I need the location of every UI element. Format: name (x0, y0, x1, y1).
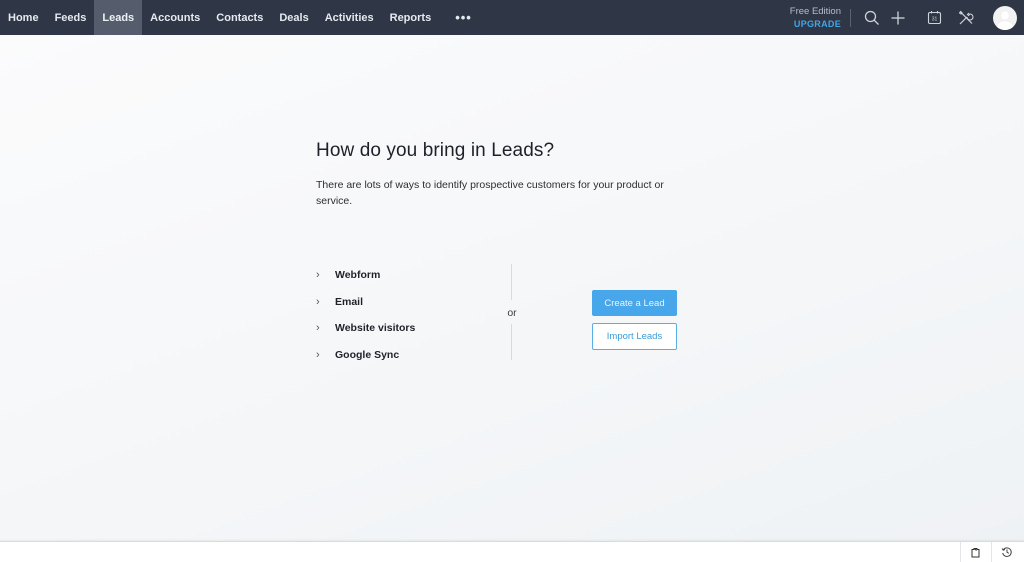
tab-contacts[interactable]: Contacts (208, 0, 271, 35)
chevron-right-icon: › (316, 269, 320, 282)
user-avatar[interactable] (993, 5, 1017, 30)
intro-section: How do you bring in Leads? There are lot… (316, 140, 716, 209)
more-tabs-button[interactable]: ••• (439, 0, 488, 35)
option-label: Google Sync (335, 348, 400, 361)
create-new-button[interactable] (887, 7, 909, 29)
vertical-divider (511, 324, 512, 360)
history-button[interactable] (991, 542, 1021, 562)
option-website-visitors[interactable]: › Website visitors (316, 315, 516, 342)
history-icon (1001, 547, 1012, 557)
tab-accounts[interactable]: Accounts (142, 0, 208, 35)
top-navigation-bar: Home Feeds Leads Accounts Contacts Deals… (0, 0, 1024, 35)
chevron-right-icon: › (316, 295, 320, 308)
upgrade-link[interactable]: UPGRADE (790, 18, 841, 31)
search-button[interactable] (861, 7, 883, 29)
calendar-icon: 31 (927, 11, 941, 25)
or-separator: or (507, 307, 517, 319)
create-lead-button[interactable]: Create a Lead (592, 290, 677, 316)
header-divider (850, 8, 851, 27)
calendar-button[interactable]: 31 (923, 7, 945, 29)
tab-home[interactable]: Home (0, 0, 47, 35)
module-tabs: Home Feeds Leads Accounts Contacts Deals… (0, 0, 488, 35)
tab-feeds[interactable]: Feeds (47, 0, 95, 35)
page-description: There are lots of ways to identify prosp… (316, 179, 664, 207)
chevron-right-icon: › (316, 322, 320, 335)
notes-icon (971, 547, 980, 557)
plus-icon (891, 11, 905, 24)
setup-button[interactable] (955, 7, 977, 29)
lead-sources-list: › Webform › Email › Website visitors › G… (316, 262, 516, 368)
svg-text:31: 31 (931, 17, 937, 23)
option-label: Webform (335, 269, 381, 282)
option-label: Website visitors (335, 322, 416, 335)
tab-leads[interactable]: Leads (94, 0, 143, 35)
tab-reports[interactable]: Reports (382, 0, 440, 35)
bottom-bar (0, 541, 1024, 562)
tab-activities[interactable]: Activities (317, 0, 382, 35)
search-icon (864, 10, 879, 25)
vertical-divider (511, 264, 512, 300)
import-leads-button[interactable]: Import Leads (592, 323, 677, 350)
header-tools: Free Edition UPGRADE 31 (790, 0, 1024, 35)
page-title: How do you bring in Leads? (316, 140, 555, 161)
notes-button[interactable] (960, 542, 990, 562)
option-google-sync[interactable]: › Google Sync (316, 342, 516, 369)
option-label: Email (335, 295, 364, 308)
option-email[interactable]: › Email (316, 289, 516, 316)
chevron-right-icon: › (316, 348, 320, 361)
tab-deals[interactable]: Deals (271, 0, 316, 35)
setup-tools-icon (958, 10, 974, 24)
edition-label: Free Edition (789, 5, 841, 17)
edition-info: Free Edition UPGRADE (790, 5, 841, 31)
option-webform[interactable]: › Webform (316, 262, 516, 289)
